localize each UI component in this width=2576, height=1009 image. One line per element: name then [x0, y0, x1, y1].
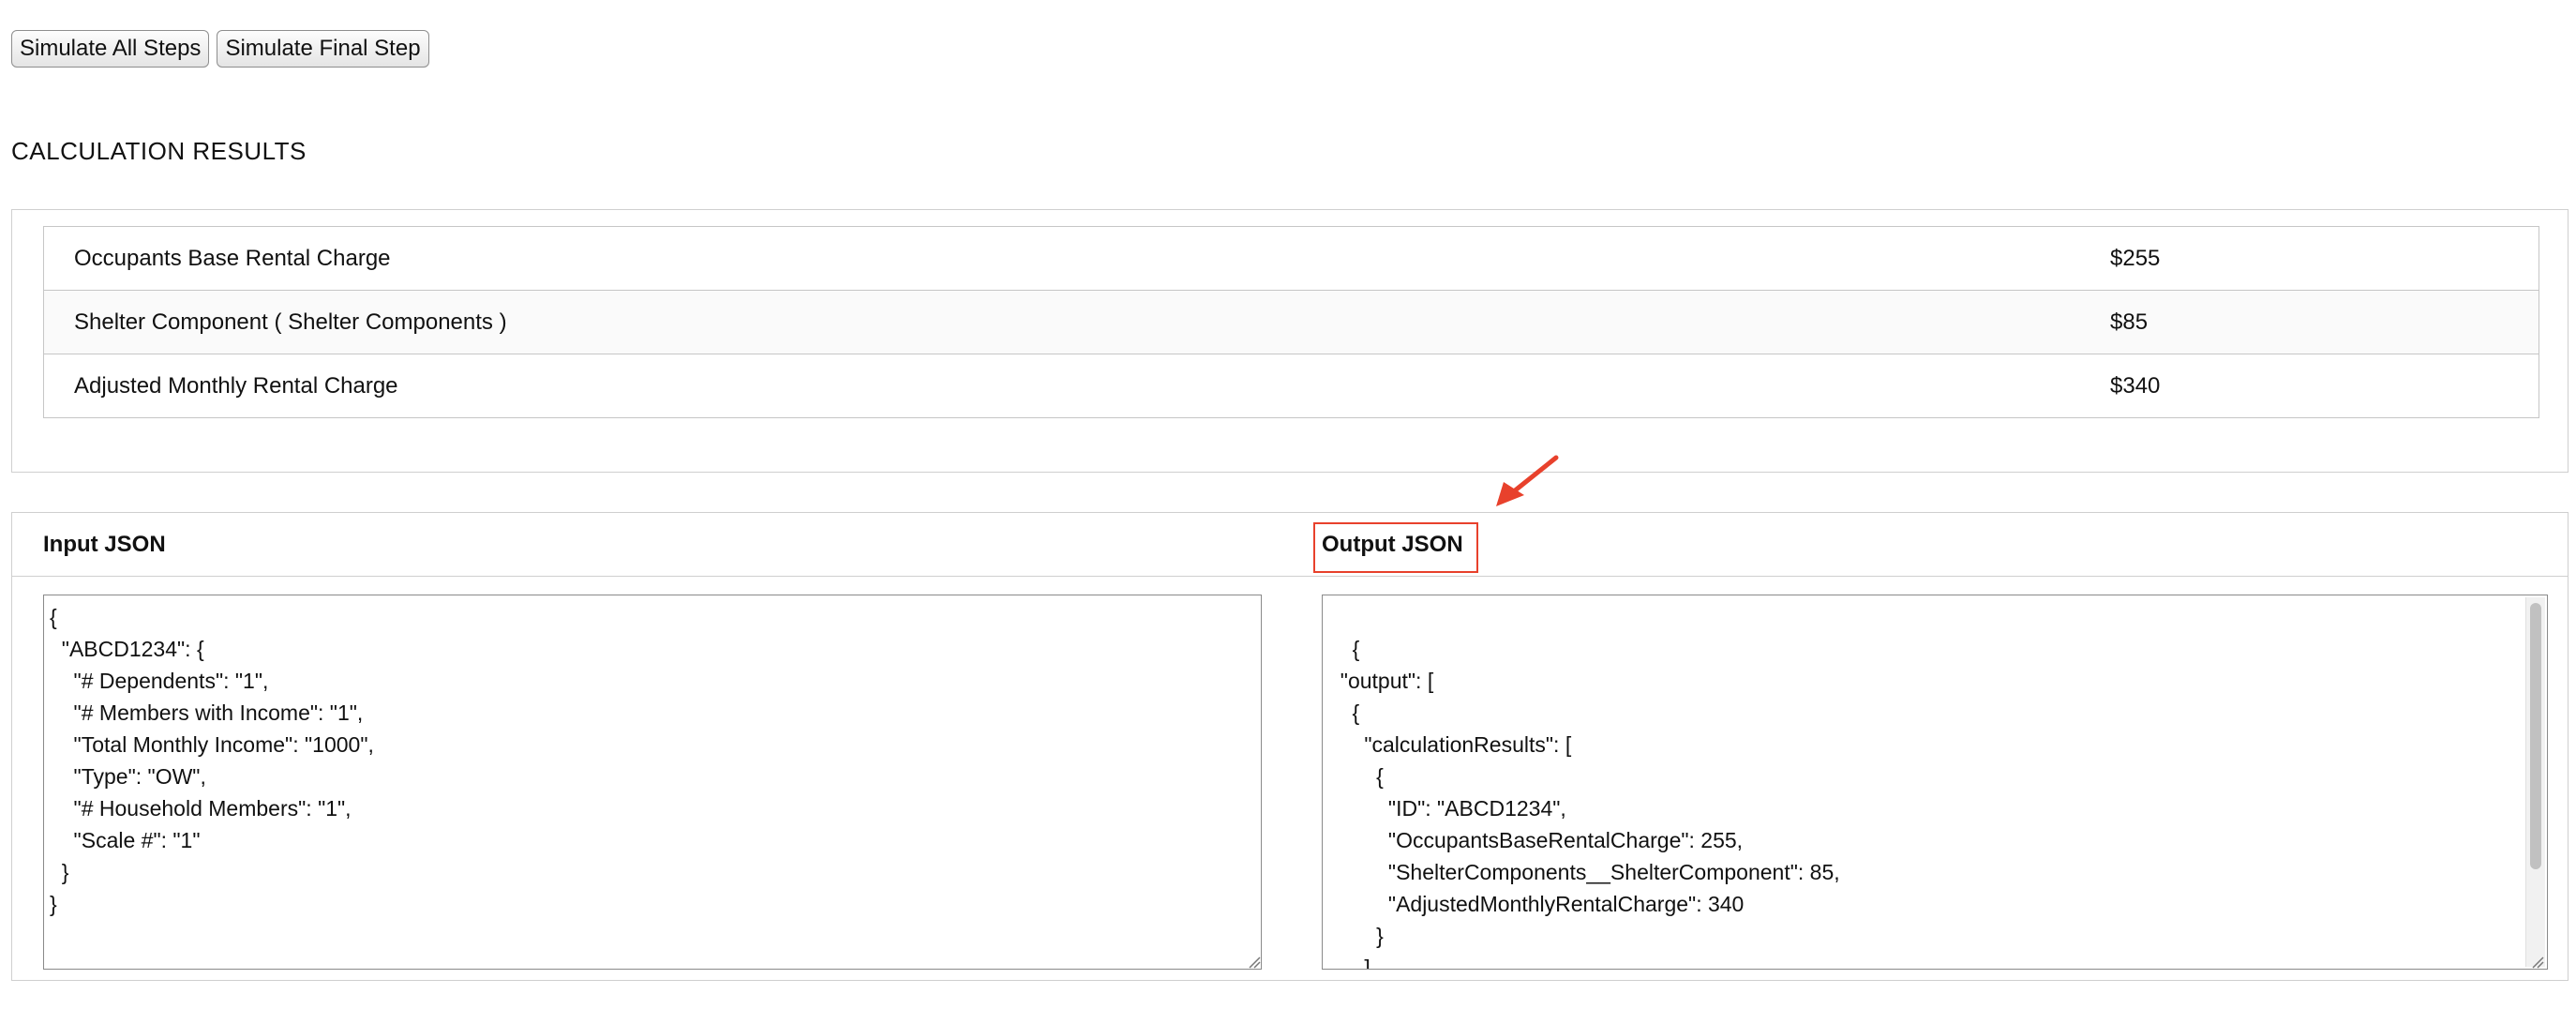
- result-label: Occupants Base Rental Charge: [74, 245, 391, 271]
- output-json-textarea[interactable]: { "output": [ { "calculationResults": [ …: [1322, 595, 2548, 970]
- output-json-scrollbar[interactable]: [2525, 597, 2545, 967]
- output-json-scroll-thumb[interactable]: [2530, 603, 2541, 869]
- output-json-text: { "output": [ { "calculationResults": [ …: [1340, 637, 1840, 970]
- result-value: $255: [2110, 245, 2161, 271]
- arrow-icon: [1496, 455, 1559, 506]
- simulate-final-step-button[interactable]: Simulate Final Step: [217, 30, 429, 68]
- resize-grip-icon[interactable]: [1246, 954, 1261, 969]
- table-row: Occupants Base Rental Charge $255: [44, 227, 2539, 291]
- result-label: Adjusted Monthly Rental Charge: [43, 354, 2110, 418]
- output-json-label: Output JSON: [1322, 532, 1463, 557]
- resize-grip-icon[interactable]: [2529, 954, 2544, 969]
- toolbar: Simulate All Steps Simulate Final Step: [11, 30, 429, 68]
- result-value: $340: [2110, 354, 2539, 418]
- results-panel: Occupants Base Rental Charge $255 Shelte…: [11, 209, 2569, 473]
- table-row: Adjusted Monthly Rental Charge $340: [43, 354, 2539, 418]
- result-label: Shelter Component ( Shelter Components ): [43, 290, 2110, 354]
- json-panel: Input JSON Output JSON { "ABCD1234": { "…: [11, 512, 2569, 981]
- input-json-textarea[interactable]: { "ABCD1234": { "# Dependents": "1", "# …: [43, 595, 1262, 970]
- result-value: $85: [2110, 290, 2539, 354]
- json-panel-header: Input JSON Output JSON: [12, 513, 2568, 577]
- results-table: Occupants Base Rental Charge $255 Shelte…: [43, 226, 2539, 418]
- table-row: Shelter Component ( Shelter Components )…: [43, 290, 2539, 354]
- calculation-results-title: CALCULATION RESULTS: [11, 137, 307, 165]
- input-json-label: Input JSON: [43, 532, 166, 557]
- simulate-all-steps-button[interactable]: Simulate All Steps: [11, 30, 210, 68]
